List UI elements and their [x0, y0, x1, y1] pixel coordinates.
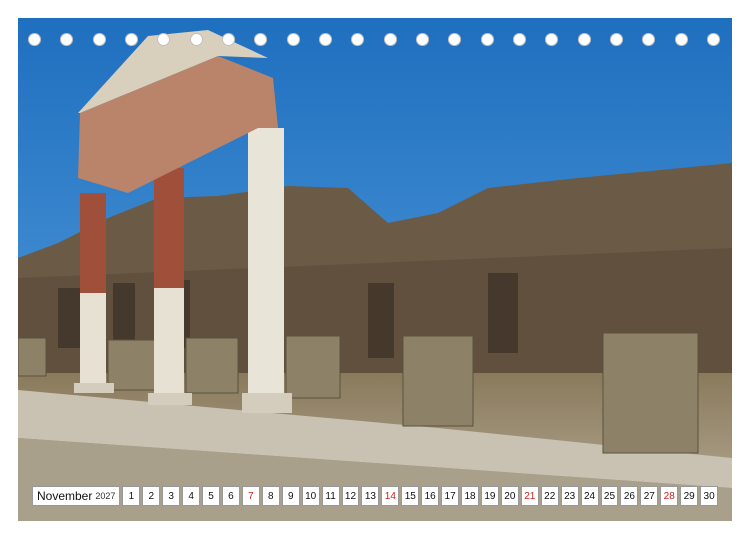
- binding-hole: [577, 32, 591, 46]
- day-cell: 20: [500, 486, 519, 506]
- day-cell: 23: [560, 486, 579, 506]
- binding-hole: [254, 32, 268, 46]
- day-cell: 14: [381, 486, 400, 506]
- binding-hole: [706, 32, 720, 46]
- binding-hole: [480, 32, 494, 46]
- month-name: November: [37, 489, 93, 503]
- day-cell: 7: [241, 486, 260, 506]
- binding-hole: [609, 32, 623, 46]
- day-cell: 2: [142, 486, 161, 506]
- calendar-photo: [18, 18, 732, 521]
- day-cell: 3: [162, 486, 181, 506]
- binding-hole: [28, 32, 41, 46]
- day-cell: 10: [301, 486, 320, 506]
- binding-hole: [221, 32, 235, 46]
- day-cell: 25: [600, 486, 619, 506]
- day-cell: 24: [580, 486, 599, 506]
- day-cell: 21: [520, 486, 539, 506]
- day-cell: 17: [441, 486, 460, 506]
- binding-hole: [157, 32, 171, 46]
- day-cell: 5: [202, 486, 220, 506]
- binding-hole: [189, 32, 203, 46]
- binding-holes: [28, 31, 720, 47]
- binding-hole: [383, 32, 397, 46]
- day-cell: 15: [401, 486, 420, 506]
- day-cells: 1 2 3 4 5 6 7 8 9 10 11 12 13 14 15 16 17 18 19 20 21 22 23 24 2…: [122, 486, 719, 506]
- binding-hole: [512, 32, 526, 46]
- binding-hole: [545, 32, 559, 46]
- day-cell: 8: [261, 486, 280, 506]
- binding-hole: [60, 32, 74, 46]
- day-cell: 27: [640, 486, 659, 506]
- calendar-strip: November 2027 1 2 3 4 5 6 7 8 9 10 11 12 13 14 15 16 17 1…: [32, 486, 719, 506]
- binding-hole: [351, 32, 365, 46]
- day-cell: 16: [421, 486, 440, 506]
- binding-hole: [415, 32, 429, 46]
- binding-hole: [286, 32, 300, 46]
- day-cell: 1: [122, 486, 141, 506]
- day-cell: 18: [461, 486, 479, 506]
- binding-hole: [448, 32, 462, 46]
- binding-hole: [124, 32, 138, 46]
- day-cell: 26: [620, 486, 639, 506]
- day-cell: 11: [321, 486, 340, 506]
- day-cell: 12: [341, 486, 360, 506]
- day-cell: 29: [680, 486, 699, 506]
- year-label: 2027: [95, 491, 116, 501]
- day-cell: 30: [700, 486, 719, 506]
- binding-hole: [92, 32, 106, 46]
- binding-hole: [674, 32, 688, 46]
- day-cell: 22: [540, 486, 559, 506]
- day-cell: 9: [281, 486, 300, 506]
- day-cell: 6: [222, 486, 240, 506]
- day-cell: 28: [660, 486, 679, 506]
- day-cell: 4: [182, 486, 201, 506]
- binding-hole: [642, 32, 656, 46]
- day-cell: 13: [361, 486, 380, 506]
- month-label-box: November 2027: [32, 486, 121, 506]
- binding-hole: [318, 32, 332, 46]
- ruins-illustration: [18, 18, 732, 521]
- day-cell: 19: [480, 486, 499, 506]
